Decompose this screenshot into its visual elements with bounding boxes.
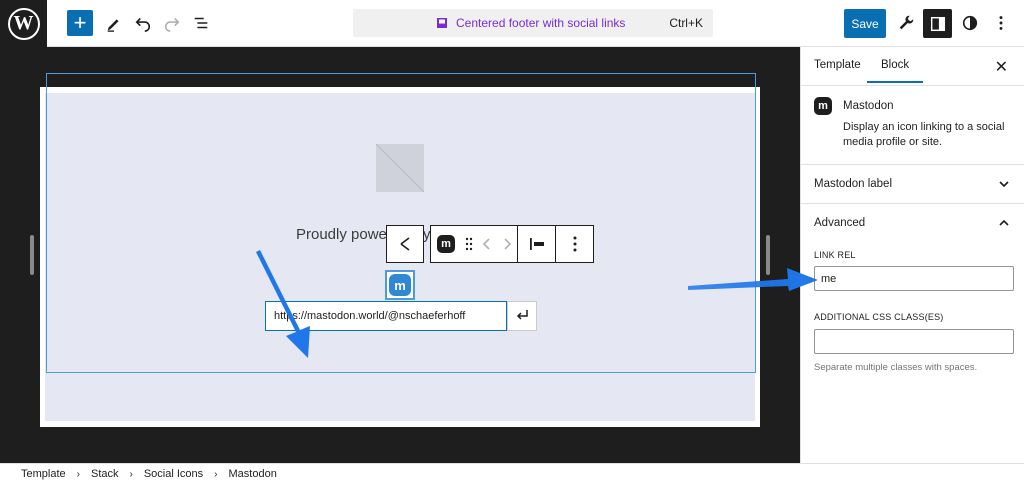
block-breadcrumb: Template › Stack › Social Icons › Mastod… (0, 463, 1024, 484)
css-class-label: ADDITIONAL CSS CLASS(ES) (814, 312, 944, 322)
block-card: m Mastodon Display an icon linking to a … (801, 86, 1024, 165)
mastodon-social-link[interactable]: m (385, 270, 415, 300)
share-social-icon[interactable] (387, 226, 423, 262)
breadcrumb-stack[interactable]: Stack (91, 468, 119, 480)
panel-mastodon-label-title: Mastodon label (814, 178, 892, 190)
close-icon[interactable]: ✕ (995, 57, 1008, 77)
move-left-icon[interactable] (477, 226, 497, 262)
tab-template[interactable]: Template (814, 59, 861, 71)
panel-mastodon-label[interactable]: Mastodon label (801, 165, 1024, 204)
resize-handle-left[interactable] (30, 235, 34, 275)
tab-block[interactable]: Block (866, 59, 924, 83)
chevron-down-icon (999, 181, 1009, 188)
drag-handle-icon[interactable] (461, 226, 477, 262)
command-palette-bar[interactable]: Centered footer with social links Ctrl+K (353, 9, 713, 37)
document-title: Centered footer with social links (456, 16, 626, 30)
list-view-icon[interactable] (188, 10, 214, 36)
url-input[interactable]: https://mastodon.world/@nschaeferhoff (265, 301, 507, 331)
template-part-icon (437, 18, 447, 28)
block-controls-group: m (430, 225, 594, 263)
link-url-popover: https://mastodon.world/@nschaeferhoff (265, 301, 537, 331)
styles-contrast-icon[interactable] (957, 10, 983, 36)
add-block-button[interactable]: + (67, 10, 93, 36)
more-options-icon[interactable] (988, 10, 1014, 36)
mastodon-block-card-icon: m (814, 97, 832, 115)
parent-selector-group (386, 225, 424, 263)
breadcrumb-separator-icon: › (129, 468, 133, 480)
resize-handle-right[interactable] (766, 235, 770, 275)
mastodon-block-icon[interactable]: m (431, 226, 461, 262)
mastodon-icon: m (389, 274, 411, 296)
save-button[interactable]: Save (844, 9, 886, 38)
settings-sidebar-toggle-icon[interactable] (923, 9, 952, 38)
breadcrumb-separator-icon: › (214, 468, 218, 480)
block-card-description: Display an icon linking to a social medi… (843, 121, 1005, 148)
wrench-icon[interactable] (893, 10, 919, 36)
sidebar-tabs: Template Block ✕ (801, 47, 1024, 86)
block-options-icon[interactable] (555, 226, 593, 262)
editor-header: W + Centered footer with social links Ct… (0, 0, 1024, 47)
chevron-up-icon (999, 219, 1009, 226)
site-editor: W + Centered footer with social links Ct… (0, 0, 1024, 484)
link-rel-label: LINK REL (814, 250, 856, 260)
command-shortcut: Ctrl+K (669, 16, 703, 30)
site-logo-placeholder[interactable] (376, 144, 424, 192)
move-right-icon[interactable] (497, 226, 517, 262)
css-class-input[interactable] (814, 329, 1014, 354)
footer-credit-text[interactable]: Proudly powe (296, 226, 387, 243)
breadcrumb-template[interactable]: Template (21, 468, 66, 480)
undo-icon[interactable] (130, 10, 156, 36)
block-toolbar: m (386, 225, 594, 263)
breadcrumb-social-icons[interactable]: Social Icons (144, 468, 203, 480)
submit-enter-icon[interactable] (507, 301, 537, 331)
link-rel-input[interactable]: me (814, 266, 1014, 291)
redo-icon[interactable] (159, 10, 185, 36)
panel-advanced[interactable]: Advanced (801, 204, 1024, 243)
breadcrumb-mastodon: Mastodon (228, 468, 277, 480)
css-class-help: Separate multiple classes with spaces. (814, 362, 978, 373)
justify-left-icon[interactable] (517, 226, 555, 262)
breadcrumb-separator-icon: › (76, 468, 80, 480)
panel-advanced-title: Advanced (814, 217, 866, 229)
wordpress-logo-icon[interactable]: W (0, 0, 47, 47)
block-card-title: Mastodon (843, 100, 894, 112)
settings-sidebar: Template Block ✕ m Mastodon Display an i… (800, 47, 1024, 463)
tools-pen-icon[interactable] (101, 10, 127, 36)
